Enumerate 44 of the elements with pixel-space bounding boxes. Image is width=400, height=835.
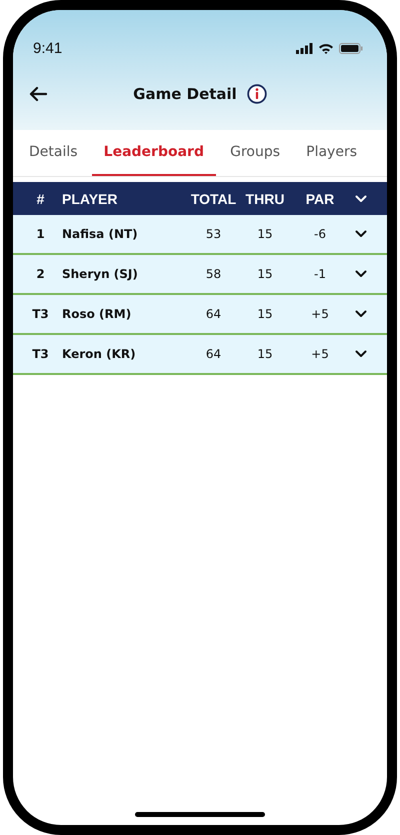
leaderboard-row[interactable]: T3 Roso (RM) 64 15 +5	[13, 295, 387, 335]
column-header: THRU	[244, 190, 286, 206]
thru-cell-text: 15	[256, 347, 274, 361]
chevron-icon[interactable]	[355, 310, 367, 318]
back-arrow-icon[interactable]	[29, 86, 47, 102]
tab[interactable]: Players	[294, 130, 369, 176]
info-icon[interactable]	[246, 84, 267, 104]
total-cell-text: 64	[204, 347, 222, 361]
column-header: PAR	[304, 190, 336, 206]
player-cell-text: Sheryn (SJ)	[62, 267, 139, 281]
chevron-icon[interactable]	[355, 350, 367, 358]
rank-cell-text: T3	[31, 307, 50, 321]
rank-cell-text: 2	[35, 267, 46, 281]
par-cell-text: -6	[313, 227, 327, 241]
total-cell-text: 64	[204, 307, 222, 321]
thru-cell-text: 15	[256, 267, 274, 281]
total-cell-text: 53	[204, 227, 222, 241]
par-cell-text: -1	[313, 267, 327, 281]
signal-icon	[296, 42, 313, 54]
chevron-icon[interactable]	[355, 270, 367, 278]
thru-cell-text: 15	[256, 227, 274, 241]
player-cell-text: Nafisa (NT)	[62, 227, 139, 241]
leaderboard-row[interactable]: 1 Nafisa (NT) 53 15 -6	[13, 215, 387, 255]
par-cell-text: +5	[310, 347, 330, 361]
tab[interactable]: Details	[17, 130, 90, 176]
screen-title: Game Detail	[133, 85, 237, 103]
thru-cell-text: 15	[256, 307, 274, 321]
chevron-icon[interactable]	[355, 230, 367, 238]
player-cell-text: Keron (KR)	[62, 347, 137, 361]
rank-cell-text: T3	[31, 347, 50, 361]
column-header: #	[36, 190, 46, 206]
total-cell-text: 58	[204, 267, 222, 281]
column-header: PLAYER	[62, 190, 119, 206]
tab[interactable]: Groups	[218, 130, 292, 176]
leaderboard-row[interactable]: 2 Sheryn (SJ) 58 15 -1	[13, 255, 387, 295]
tab[interactable]: Leaderboard	[92, 130, 216, 176]
status-time: 9:41	[33, 40, 62, 56]
par-cell-text: +5	[310, 307, 330, 321]
player-cell-text: Roso (RM)	[62, 307, 132, 321]
column-header: TOTAL	[190, 190, 237, 206]
leaderboard-row[interactable]: T3 Keron (KR) 64 15 +5	[13, 335, 387, 375]
battery-icon	[339, 42, 363, 54]
wifi-icon	[318, 42, 334, 54]
rank-cell-text: 1	[35, 227, 46, 241]
